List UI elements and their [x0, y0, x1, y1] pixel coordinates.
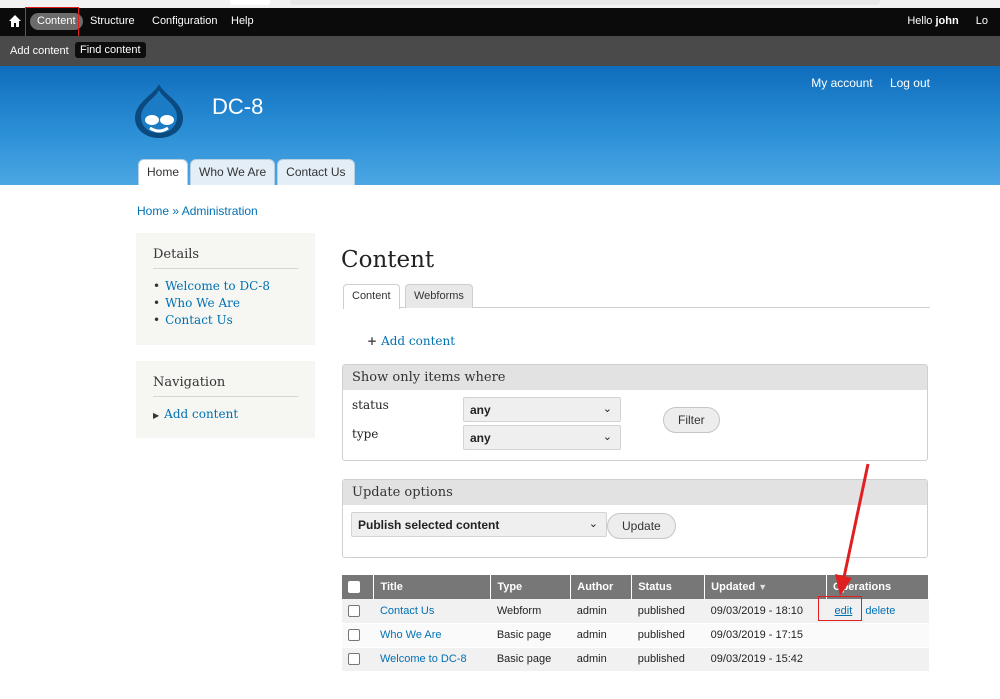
main-menu-who-we-are[interactable]: Who We Are: [190, 159, 276, 185]
row-checkbox[interactable]: [342, 599, 374, 624]
column-header-author[interactable]: Author: [570, 575, 633, 599]
row-author: admin: [570, 647, 632, 672]
toolbar-user-greeting: Hello john Lo: [907, 15, 988, 27]
content-tabs: Content Webforms: [343, 284, 930, 309]
details-item-welcome[interactable]: • Welcome to DC-8: [153, 278, 298, 295]
navigation-heading: Navigation: [153, 375, 298, 397]
column-header-type[interactable]: Type: [490, 575, 572, 599]
breadcrumb[interactable]: Home » Administration: [137, 204, 258, 218]
annotation-highlight-content: [25, 7, 79, 39]
row-author: admin: [570, 623, 632, 648]
column-header-title[interactable]: Title: [373, 575, 492, 599]
row-type: Basic page: [490, 623, 571, 648]
secondary-menu: My account Log out: [797, 76, 930, 90]
details-heading: Details: [153, 247, 298, 269]
details-item-who-we-are[interactable]: • Who We Are: [153, 295, 298, 312]
table-row: Who We Are Basic page admin published 09…: [342, 623, 929, 648]
status-select[interactable]: any ⌄: [463, 397, 621, 422]
status-select-value: any: [470, 403, 491, 417]
navigation-item-add-content[interactable]: ▶ Add content: [153, 406, 298, 424]
row-type: Webform: [490, 599, 571, 624]
page-title: Content: [341, 247, 435, 273]
type-select-value: any: [470, 431, 491, 445]
my-account-link[interactable]: My account: [811, 76, 872, 90]
toolbar-structure-link[interactable]: Structure: [90, 15, 135, 27]
browser-address-area[interactable]: [290, 0, 880, 5]
row-title-link[interactable]: Welcome to DC-8: [373, 647, 491, 672]
column-header-status[interactable]: Status: [631, 575, 706, 599]
column-header-updated[interactable]: Updated ▼: [704, 575, 828, 599]
row-checkbox[interactable]: [342, 623, 374, 648]
main-menu-contact-us[interactable]: Contact Us: [277, 159, 355, 185]
chevron-down-icon: ⌄: [588, 518, 598, 530]
main-menu: Home Who We Are Contact Us: [138, 159, 355, 185]
operation-select[interactable]: Publish selected content ⌄: [351, 512, 607, 537]
table-row: Welcome to DC-8 Basic page admin publish…: [342, 647, 929, 672]
toolbar-logout-link[interactable]: Lo: [976, 15, 988, 27]
filters-legend: Show only items where: [343, 365, 927, 390]
site-header: DC-8 My account Log out Home Who We Are …: [0, 66, 1000, 185]
row-checkbox[interactable]: [342, 647, 374, 672]
details-item-contact-us[interactable]: • Contact Us: [153, 312, 298, 329]
select-all-checkbox[interactable]: [342, 575, 375, 599]
tab-content[interactable]: Content: [343, 284, 400, 309]
plus-icon: +: [367, 334, 378, 348]
add-content-link[interactable]: Add content: [381, 334, 455, 348]
chevron-down-icon: ⌄: [602, 431, 612, 443]
row-status: published: [631, 623, 705, 648]
shortcut-add-content[interactable]: Add content: [10, 45, 69, 57]
status-label: status: [352, 398, 389, 412]
row-title-link[interactable]: Contact Us: [373, 599, 491, 624]
sidebar-details-block: Details • Welcome to DC-8 • Who We Are • Co…: [136, 233, 315, 345]
shortcuts-bar: Add content Find content: [0, 36, 1000, 66]
home-icon[interactable]: [8, 14, 22, 28]
toolbar-configuration-link[interactable]: Configuration: [152, 15, 217, 27]
sort-desc-icon: ▼: [758, 582, 768, 592]
type-label: type: [352, 427, 379, 441]
row-author: admin: [570, 599, 632, 624]
row-operations: [826, 623, 929, 648]
row-updated: 09/03/2019 - 18:10: [704, 599, 827, 624]
filter-button[interactable]: Filter: [663, 407, 720, 433]
type-select[interactable]: any ⌄: [463, 425, 621, 450]
toolbar-help-link[interactable]: Help: [231, 15, 254, 27]
chevron-down-icon: ⌄: [602, 403, 612, 415]
browser-tab[interactable]: [230, 0, 270, 5]
tab-webforms[interactable]: Webforms: [405, 284, 473, 308]
delete-link[interactable]: delete: [865, 605, 895, 617]
toolbar-username[interactable]: john: [935, 15, 958, 27]
row-type: Basic page: [490, 647, 571, 672]
row-operations: [826, 647, 929, 672]
annotation-arrow-icon: [835, 463, 870, 596]
operation-select-value: Publish selected content: [358, 518, 500, 532]
update-button[interactable]: Update: [607, 513, 676, 539]
greeting-prefix: Hello: [907, 15, 936, 27]
row-status: published: [631, 599, 705, 624]
sidebar-navigation-block: Navigation ▶ Add content: [136, 361, 315, 438]
row-updated: 09/03/2019 - 15:42: [704, 647, 827, 672]
add-content-action[interactable]: + Add content: [367, 334, 455, 348]
log-out-link[interactable]: Log out: [890, 76, 930, 90]
shortcut-find-content[interactable]: Find content: [75, 42, 146, 58]
admin-toolbar: Content Structure Configuration Help Hel…: [0, 7, 1000, 39]
main-menu-home[interactable]: Home: [138, 159, 189, 185]
triangle-right-icon: ▶: [153, 411, 160, 420]
row-updated: 09/03/2019 - 17:15: [704, 623, 827, 648]
filters-fieldset: Show only items where status any ⌄ type …: [342, 364, 928, 461]
browser-strip: [0, 0, 1000, 8]
row-status: published: [631, 647, 705, 672]
site-name[interactable]: DC-8: [212, 94, 263, 120]
drupal-logo-icon[interactable]: [133, 82, 185, 140]
row-title-link[interactable]: Who We Are: [373, 623, 491, 648]
